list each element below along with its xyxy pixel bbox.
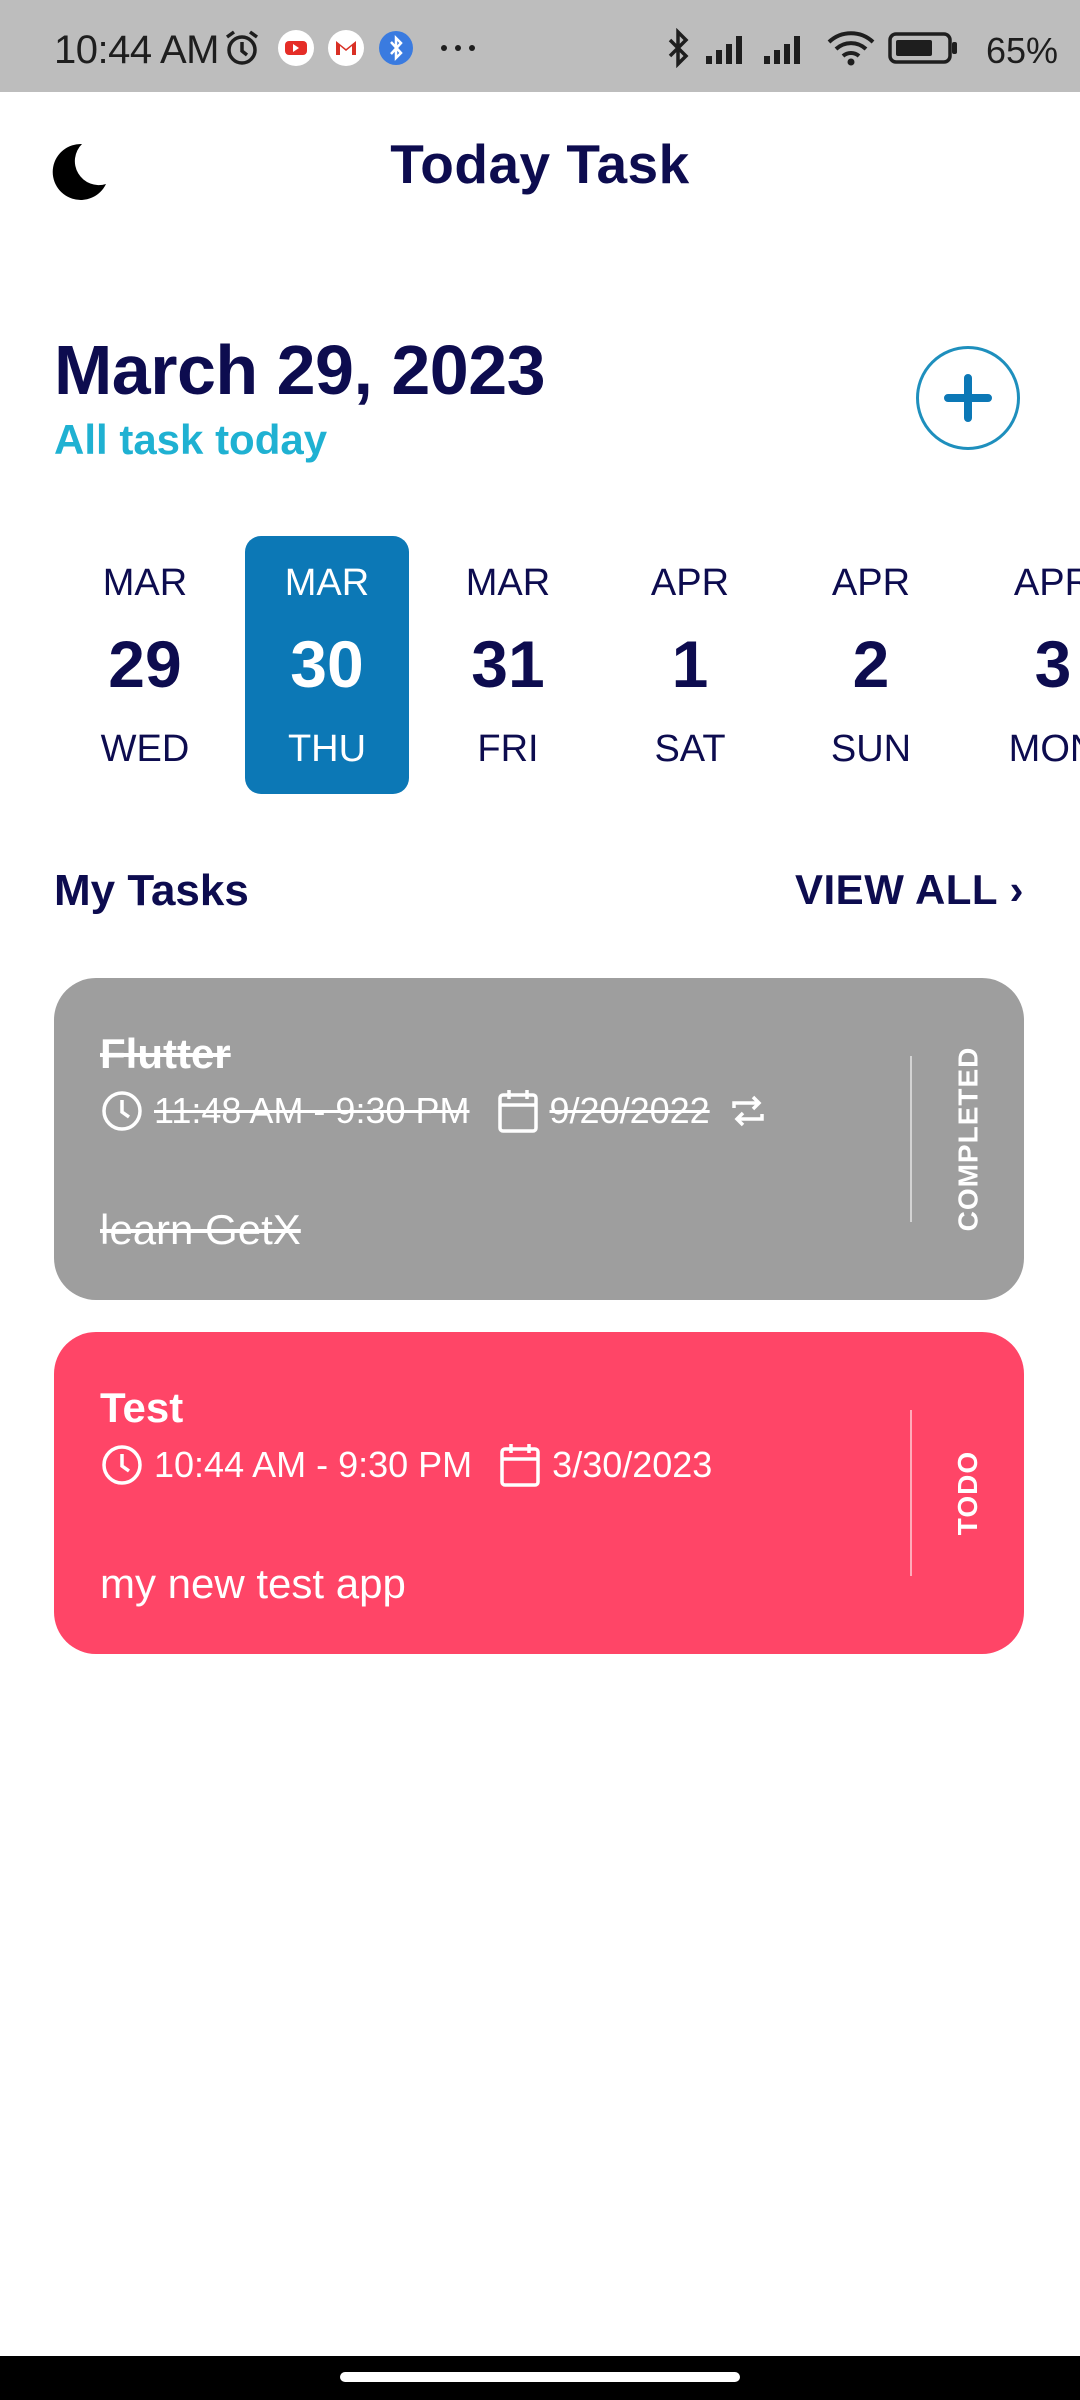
date-month: MAR	[102, 562, 188, 604]
task-card[interactable]: Flutter 11:48 AM - 9:30 PM 9/20/2022 lea…	[54, 978, 1024, 1300]
date-weekday: SAT	[654, 728, 726, 770]
plus-icon	[944, 374, 992, 422]
date-item[interactable]: MAR 31 FRI	[426, 536, 590, 794]
alarm-icon	[222, 28, 262, 73]
clock-icon	[100, 1089, 144, 1133]
page-title: Today Task	[390, 133, 690, 195]
bluetooth-app-icon	[376, 28, 416, 73]
date-item[interactable]: APR 1 SAT	[608, 536, 772, 794]
clock-icon	[100, 1443, 144, 1487]
date-item-selected[interactable]: MAR 30 THU	[245, 536, 409, 794]
task-date: 3/30/2023	[552, 1444, 713, 1485]
current-date: March 29, 2023	[54, 331, 546, 409]
calendar-icon	[496, 1087, 540, 1135]
task-date: 9/20/2022	[549, 1090, 710, 1131]
date-month: APR	[1013, 562, 1080, 604]
task-time: 11:48 AM - 9:30 PM	[154, 1090, 470, 1131]
more-icon	[438, 28, 478, 73]
signal-icon	[762, 28, 810, 73]
task-card[interactable]: Test 10:44 AM - 9:30 PM 3/30/2023 my new…	[54, 1332, 1024, 1654]
date-weekday: MON	[1008, 728, 1080, 770]
date-day: 31	[471, 627, 545, 701]
task-meta: 10:44 AM - 9:30 PM 3/30/2023	[100, 1440, 712, 1490]
task-title: Flutter	[100, 1030, 231, 1077]
add-task-button[interactable]	[916, 346, 1020, 450]
date-weekday: WED	[100, 728, 190, 770]
bluetooth-icon	[660, 27, 696, 73]
date-month: MAR	[465, 562, 551, 604]
navigation-bar	[0, 2356, 1080, 2400]
date-weekday: THU	[287, 728, 367, 770]
date-day: 30	[290, 627, 364, 701]
signal-icon	[704, 28, 752, 73]
date-item[interactable]: APR 2 SUN	[789, 536, 953, 794]
date-day: 29	[108, 627, 182, 701]
repeat-icon	[728, 1091, 768, 1131]
section-title: My Tasks	[54, 866, 249, 915]
date-day: 3	[1034, 627, 1072, 701]
task-status-label: TODO	[951, 1450, 983, 1536]
task-time: 10:44 AM - 9:30 PM	[154, 1444, 473, 1485]
task-status: COMPLETED	[912, 978, 1024, 1300]
gmail-icon	[326, 28, 366, 73]
date-day: 1	[671, 627, 709, 701]
date-item[interactable]: MAR 29 WED	[63, 536, 227, 794]
date-weekday: SUN	[830, 728, 912, 770]
youtube-icon	[276, 28, 316, 73]
view-all-link[interactable]: VIEW ALL ›	[795, 866, 1024, 914]
task-status-label: COMPLETED	[952, 1046, 983, 1232]
battery-icon	[888, 28, 960, 73]
status-bar: 10:44 AM 65%	[0, 0, 1080, 92]
battery-percent: 65%	[985, 30, 1058, 71]
task-note: my new test app	[100, 1560, 406, 1607]
wifi-icon	[826, 28, 876, 73]
task-title: Test	[100, 1384, 184, 1431]
calendar-icon	[498, 1441, 542, 1489]
status-time: 10:44 AM	[54, 28, 220, 72]
date-month: APR	[650, 562, 730, 604]
date-day: 2	[852, 627, 890, 701]
home-gesture-handle[interactable]	[340, 2372, 740, 2382]
date-item[interactable]: APR 3 MON	[971, 536, 1080, 794]
task-note: learn GetX	[100, 1206, 301, 1253]
date-month: MAR	[284, 562, 370, 604]
date-picker[interactable]: MAR 29 WED MAR 30 THU MAR 31 FRI APR 1 S…	[0, 536, 1080, 794]
task-meta: 11:48 AM - 9:30 PM 9/20/2022	[100, 1086, 778, 1136]
date-month: APR	[831, 562, 911, 604]
task-status: TODO	[912, 1332, 1024, 1654]
date-weekday: FRI	[477, 728, 539, 770]
date-subtitle: All task today	[54, 416, 328, 463]
